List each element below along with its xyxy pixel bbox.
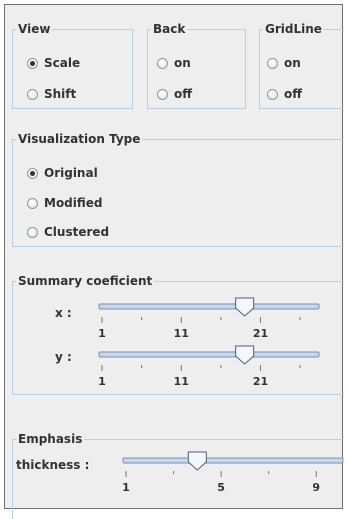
thickness-slider-tick-label: 9: [312, 481, 320, 494]
view-scale-radio-indicator: [27, 57, 38, 69]
visualization-modified-radio-indicator: [27, 197, 38, 209]
summary-x-slider[interactable]: 1 11 21: [95, 296, 335, 346]
summary-y-slider-track[interactable]: [98, 351, 320, 358]
back-group-title: Back: [151, 21, 188, 37]
summary-x-slider-track[interactable]: [98, 303, 320, 310]
visualization-modified-label: Modified: [44, 196, 103, 210]
summary-x-slider-tick-label: 11: [174, 327, 189, 340]
back-off-label: off: [174, 87, 192, 101]
summary-coefficient-title: Summary coeficient: [16, 273, 155, 289]
back-on-radio-indicator: [157, 57, 168, 69]
visualization-original-radio-indicator: [27, 167, 38, 179]
view-scale-radio[interactable]: Scale: [27, 55, 80, 71]
summary-y-slider-tick-label: 11: [174, 375, 189, 388]
visualization-original-label: Original: [44, 166, 98, 180]
gridline-on-label: on: [284, 56, 301, 70]
visualization-clustered-radio[interactable]: Clustered: [27, 224, 109, 240]
emphasis-title: Emphasis: [16, 431, 85, 447]
view-scale-label: Scale: [44, 56, 81, 70]
control-panel: View Scale Shift Back on off GridLine on…: [4, 4, 344, 519]
visualization-clustered-label: Clustered: [44, 225, 110, 239]
visualization-type-title: Visualization Type: [16, 131, 143, 147]
view-shift-radio-indicator: [27, 88, 38, 100]
thickness-slider[interactable]: 1 5 9: [115, 450, 344, 500]
gridline-group-title: GridLine: [263, 21, 324, 37]
visualization-modified-radio[interactable]: Modified: [27, 195, 103, 211]
thickness-slider-track[interactable]: [122, 457, 344, 464]
summary-y-label: y :: [55, 350, 72, 364]
view-shift-label: Shift: [44, 87, 77, 101]
summary-x-label: x :: [55, 306, 72, 320]
gridline-off-radio-indicator: [267, 88, 278, 100]
summary-x-slider-tick-label: 1: [98, 327, 106, 340]
view-group-title: View: [16, 21, 53, 37]
thickness-slider-thumb[interactable]: [187, 451, 207, 471]
thickness-slider-tick-label: 5: [217, 481, 225, 494]
gridline-off-label: off: [284, 87, 302, 101]
summary-x-slider-thumb[interactable]: [235, 297, 255, 317]
back-off-radio-indicator: [157, 88, 168, 100]
summary-y-slider-tick-label: 1: [98, 375, 106, 388]
summary-x-slider-tick-label: 21: [253, 327, 268, 340]
thickness-slider-tick-label: 1: [122, 481, 130, 494]
summary-y-slider-tick-label: 21: [253, 375, 268, 388]
visualization-clustered-radio-indicator: [27, 226, 38, 238]
back-on-radio[interactable]: on: [157, 55, 191, 71]
gridline-on-radio[interactable]: on: [267, 55, 301, 71]
summary-y-slider-thumb[interactable]: [235, 345, 255, 365]
thickness-label: thickness :: [16, 458, 90, 472]
visualization-original-radio[interactable]: Original: [27, 165, 98, 181]
summary-y-slider[interactable]: 1 11 21: [95, 344, 335, 394]
gridline-off-radio[interactable]: off: [267, 86, 302, 102]
view-shift-radio[interactable]: Shift: [27, 86, 76, 102]
back-on-label: on: [174, 56, 191, 70]
gridline-on-radio-indicator: [267, 57, 278, 69]
back-off-radio[interactable]: off: [157, 86, 192, 102]
